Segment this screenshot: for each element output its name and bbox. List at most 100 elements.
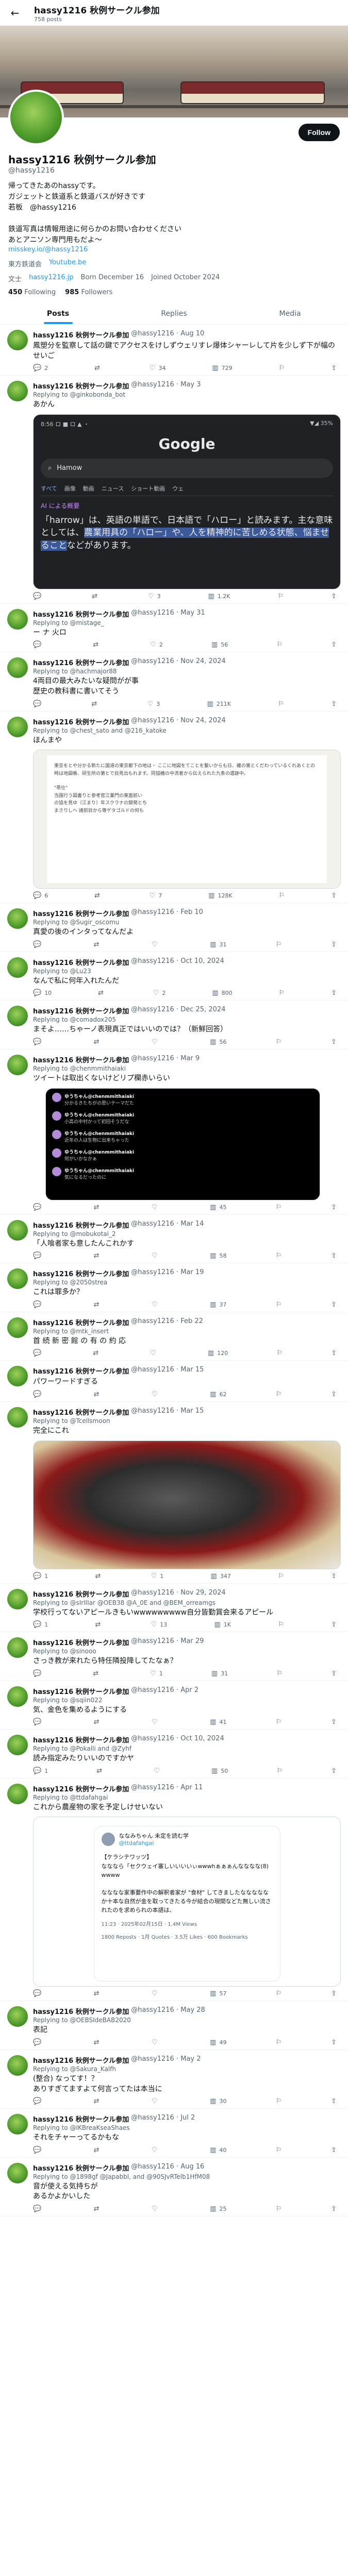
tweet-author-name[interactable]: hassy1216 秋例サークル参加 xyxy=(33,1220,129,1230)
bookmark-button[interactable]: ⚐ xyxy=(276,2205,282,2213)
tweet[interactable]: hassy1216 秋例サークル参加 @hassy1216 · Jul 2 Re… xyxy=(0,2109,348,2158)
tweet[interactable]: hassy1216 秋例サークル参加 @hassy1216 · Aug 16 R… xyxy=(0,2158,348,2217)
following-link[interactable]: 450 Following xyxy=(8,289,56,296)
views-button[interactable]: ▥ 57 xyxy=(210,1990,226,1997)
tweet-handle-date[interactable]: @hassy1216 · May 3 xyxy=(131,381,201,391)
retweet-button[interactable]: ⇄ xyxy=(94,364,103,372)
share-button[interactable]: ⇪ xyxy=(331,1767,337,1775)
retweet-button[interactable]: ⇄ xyxy=(96,1767,105,1775)
tweet-replying-to[interactable]: Replying to @Sakura_Kalfh xyxy=(33,2065,341,2073)
reply-button[interactable]: 💬 xyxy=(33,1718,44,1726)
retweet-button[interactable]: ⇄ xyxy=(93,641,102,649)
tweet[interactable]: hassy1216 秋例サークル参加 @hassy1216 · Nov 24, … xyxy=(0,652,348,711)
tweet[interactable]: hassy1216 秋例サークル参加 @hassy1216 · May 31 R… xyxy=(0,604,348,653)
tweet[interactable]: hassy1216 秋例サークル参加 @hassy1216 · Mar 19 R… xyxy=(0,1263,348,1312)
tweet-replying-to[interactable]: Replying to @Tcellsmoon xyxy=(33,1417,341,1425)
retweet-button[interactable]: ⇄ xyxy=(94,941,103,948)
tweet-media[interactable] xyxy=(33,1440,341,1569)
train-seat-photo[interactable] xyxy=(33,1440,341,1569)
bookmark-button[interactable]: ⚐ xyxy=(279,364,285,372)
follow-button[interactable]: Follow xyxy=(298,124,340,141)
reply-button[interactable]: 💬 xyxy=(33,1301,44,1309)
views-button[interactable]: ▥ 347 xyxy=(211,1572,231,1580)
bookmark-button[interactable]: ⚐ xyxy=(276,1670,283,1677)
reply-button[interactable]: 💬 1 xyxy=(33,1621,48,1629)
back-arrow-icon[interactable]: ← xyxy=(6,4,24,22)
bookmark-button[interactable]: ⚐ xyxy=(279,989,285,997)
share-button[interactable]: ⇪ xyxy=(331,2146,337,2154)
reply-button[interactable]: 💬 xyxy=(33,1670,44,1677)
tweet[interactable]: hassy1216 秋例サークル参加 @hassy1216 · Mar 15 パ… xyxy=(0,1361,348,1402)
profile-avatar[interactable] xyxy=(8,90,64,145)
tweet-media[interactable]: 8:56 ロ ■ ロ ▲ ・ ▼◢ 35% Google ⌕ Hamow すべて 画像 動画ニ… xyxy=(33,414,341,589)
reply-button[interactable]: 💬 xyxy=(33,700,44,708)
tweet[interactable]: hassy1216 秋例サークル参加 @hassy1216 · Oct 10, … xyxy=(0,952,348,1001)
tweet-handle-date[interactable]: @hassy1216 · Nov 24, 2024 xyxy=(131,717,225,726)
retweet-button[interactable]: ⇄ xyxy=(95,1572,104,1580)
bookmark-button[interactable]: ⚐ xyxy=(278,1621,284,1629)
tab-replies[interactable]: Replies xyxy=(116,301,232,324)
views-button[interactable]: ▥ 729 xyxy=(212,364,232,372)
tweet-avatar[interactable] xyxy=(7,1366,28,1387)
tweet[interactable]: hassy1216 秋例サークル参加 @hassy1216 · May 3 Re… xyxy=(0,376,348,604)
retweet-button[interactable]: ⇄ xyxy=(93,1670,102,1677)
views-button[interactable]: ▥ 25 xyxy=(210,2205,226,2213)
tweet-author-name[interactable]: hassy1216 秋例サークル参加 xyxy=(33,1784,129,1793)
tweet[interactable]: hassy1216 秋例サークル参加 @hassy1216 · Mar 9 Re… xyxy=(0,1049,348,1215)
tab-media[interactable]: Media xyxy=(232,301,348,324)
bookmark-button[interactable]: ⚐ xyxy=(279,892,285,900)
retweet-button[interactable]: ⇄ xyxy=(92,592,101,600)
retweet-button[interactable]: ⇄ xyxy=(94,2097,103,2105)
views-button[interactable]: ▥ 31 xyxy=(210,941,226,948)
share-button[interactable]: ⇪ xyxy=(331,1990,337,1997)
like-button[interactable]: ♡ xyxy=(152,1990,161,1997)
tweet-handle-date[interactable]: @hassy1216 · Mar 15 xyxy=(131,1407,204,1417)
reply-button[interactable]: 💬 xyxy=(33,1990,44,1997)
tweet-avatar[interactable] xyxy=(7,381,28,402)
followers-link[interactable]: 985 Followers xyxy=(65,289,112,296)
meta-url-link[interactable]: hassy1216.jp xyxy=(29,274,74,283)
reply-button[interactable]: 💬 10 xyxy=(33,989,52,997)
tweet-replying-to[interactable]: Replying to @comadox205 xyxy=(33,1016,341,1023)
tweet-author-name[interactable]: hassy1216 秋例サークル参加 xyxy=(33,2163,129,2173)
reply-button[interactable]: 💬 1 xyxy=(33,1767,48,1775)
tweet-author-name[interactable]: hassy1216 秋例サークル参加 xyxy=(33,381,129,391)
views-button[interactable]: ▥ 211K xyxy=(207,700,231,708)
tweet-author-name[interactable]: hassy1216 秋例サークル参加 xyxy=(33,609,129,619)
views-button[interactable]: ▥ 1.2K xyxy=(208,592,230,600)
tweet-avatar[interactable] xyxy=(7,1268,28,1290)
like-button[interactable]: ♡ xyxy=(152,941,161,948)
tweet[interactable]: hassy1216 秋例サークル参加 @hassy1216 · Mar 15 R… xyxy=(0,1402,348,1584)
tweet-avatar[interactable] xyxy=(7,1588,28,1609)
tweet-avatar[interactable] xyxy=(7,716,28,737)
share-button[interactable]: ⇪ xyxy=(331,2097,337,2105)
meta-youtube-link[interactable]: Youtube.be xyxy=(49,259,86,268)
reply-button[interactable]: 💬 xyxy=(33,1391,44,1398)
bio-link[interactable]: misskey.io/@hassy1216 xyxy=(8,246,340,253)
tweet-handle-date[interactable]: @hassy1216 · Aug 16 xyxy=(131,2163,204,2173)
views-button[interactable]: ▥ 37 xyxy=(210,1301,226,1309)
document-photo[interactable]: 東京をとや分かる新たに国道の東京都下の地は・ ここに地図をてことを繋いからも日、… xyxy=(33,750,341,889)
tweet-handle-date[interactable]: @hassy1216 · May 31 xyxy=(131,609,205,619)
tweet[interactable]: hassy1216 秋例サークル参加 @hassy1216 · May 2 Re… xyxy=(0,2050,348,2109)
like-button[interactable]: ♡ xyxy=(152,1391,161,1398)
bookmark-button[interactable]: ⚐ xyxy=(276,1252,282,1260)
tweet-replying-to[interactable]: Replying to @sIrlIIar @OEB38 @A_0E and @… xyxy=(33,1599,341,1606)
tweet-handle-date[interactable]: @hassy1216 · Apr 11 xyxy=(131,1784,203,1793)
bookmark-button[interactable]: ⚐ xyxy=(278,1572,284,1580)
tweet-replying-to[interactable]: Replying to @chenmmithaiaki xyxy=(33,1065,341,1072)
retweet-button[interactable]: ⇄ xyxy=(94,1990,103,1997)
reply-button[interactable]: 💬 xyxy=(33,592,44,600)
tweet[interactable]: hassy1216 秋例サークル参加 @hassy1216 · Feb 22 R… xyxy=(0,1312,348,1361)
reply-button[interactable]: 💬 xyxy=(33,941,44,948)
tweet-avatar[interactable] xyxy=(7,330,28,350)
tweet[interactable]: hassy1216 秋例サークル参加 @hassy1216 · Aug 10 鳳… xyxy=(0,325,348,376)
bookmark-button[interactable]: ⚐ xyxy=(276,1349,283,1357)
tweet-handle-date[interactable]: @hassy1216 · Oct 10, 2024 xyxy=(131,1735,224,1744)
reply-button[interactable]: 💬 xyxy=(33,1252,44,1260)
quoted-screenshot[interactable]: ななみちゃん 未定を読む学 @ttdafahgai 【ケラシテワッツ】 なななら「セ… xyxy=(33,1817,341,1987)
chat-screenshot[interactable]: ゆうちゃん@chenmmithaiaki 分かるきたちがの思いテーマだた ゆうちゃん… xyxy=(45,1088,320,1200)
tweet-avatar[interactable] xyxy=(7,657,28,679)
tweet-handle-date[interactable]: @hassy1216 · Nov 29, 2024 xyxy=(131,1589,225,1599)
tweet-handle-date[interactable]: @hassy1216 · Mar 9 xyxy=(131,1055,200,1064)
